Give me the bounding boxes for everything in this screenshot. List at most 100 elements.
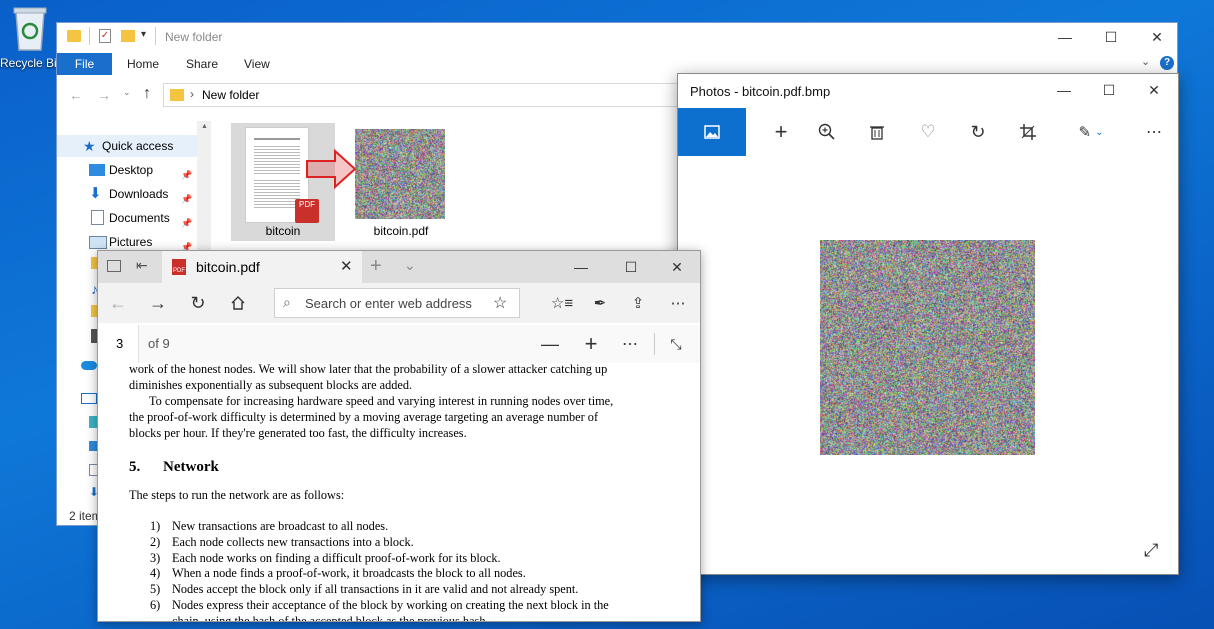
properties-icon[interactable]: ✓ — [99, 29, 111, 43]
crop-button[interactable] — [1005, 108, 1051, 156]
star-icon[interactable]: ☆ — [493, 293, 507, 313]
maximize-button[interactable]: ☐ — [1088, 23, 1134, 51]
zoom-in-icon[interactable]: + — [579, 332, 603, 356]
maximize-button[interactable]: ☐ — [1086, 76, 1132, 104]
edit-create-button[interactable]: ✎ ⌄ — [1068, 108, 1114, 156]
close-button[interactable]: ✕ — [654, 253, 700, 281]
favorite-button[interactable]: ♡ — [905, 108, 951, 156]
sidebar-item-documents[interactable]: Documents 📌 — [57, 207, 197, 229]
fullscreen-icon[interactable]: ⤢ — [1144, 540, 1158, 561]
address-bar[interactable]: ⌕ Search or enter web address ☆ — [274, 288, 520, 318]
help-icon[interactable]: ? — [1160, 56, 1174, 70]
step-text: Each node works on finding a difficult p… — [172, 550, 701, 566]
chevron-right-icon: › — [190, 87, 194, 101]
recent-locations-icon[interactable]: ⌄ — [123, 87, 131, 98]
explorer-titlebar[interactable]: ✓ ▾ New folder — ☐ ✕ — [57, 23, 1177, 51]
share-icon[interactable]: ⇪ — [626, 291, 650, 315]
new-folder-icon[interactable] — [121, 30, 135, 42]
sidebar-item-desktop[interactable]: Desktop 📌 — [57, 159, 197, 181]
tab-view[interactable]: View — [244, 53, 270, 75]
sidebar-item-quick-access[interactable]: ★ Quick access — [57, 135, 197, 157]
zoom-button[interactable] — [804, 108, 850, 156]
back-arrow-icon[interactable]: ← — [106, 291, 130, 315]
minimize-button[interactable]: — — [558, 253, 604, 281]
address-bar[interactable]: › New folder — [163, 83, 683, 107]
bmp-thumbnail — [355, 129, 445, 219]
tab-home[interactable]: Home — [127, 53, 159, 75]
page-number-input[interactable]: 3 — [98, 325, 139, 363]
step-text: When a node finds a proof-of-work, it br… — [172, 565, 701, 581]
close-tab-icon[interactable]: ✕ — [340, 257, 353, 275]
pen-icon[interactable]: ✒ — [588, 291, 612, 315]
star-icon: ★ — [83, 135, 99, 151]
tab-bitcoin-pdf[interactable]: PDF bitcoin.pdf ✕ — [162, 251, 362, 283]
more-options-icon[interactable]: ⋯ — [618, 332, 642, 356]
pictures-icon — [89, 236, 107, 249]
add-button[interactable]: + — [758, 108, 804, 156]
edge-browser-window[interactable]: ⇤ PDF bitcoin.pdf ✕ + ⌄ — ☐ ✕ ← → ↻ ⌕ Se… — [97, 250, 701, 622]
forward-arrow-icon[interactable]: → — [97, 87, 111, 103]
ribbon-tabs: File Home Share View ⌄ ? — [57, 53, 1177, 75]
pin-toolbar-icon[interactable]: ⤡ — [664, 332, 688, 356]
pdf-text-line: blocks per hour. If they're generated to… — [129, 425, 669, 441]
explorer-title: New folder — [165, 30, 222, 44]
tab-file[interactable]: File — [57, 53, 112, 75]
forward-arrow-icon[interactable]: → — [146, 291, 170, 315]
tab-preview-icon[interactable] — [107, 260, 121, 272]
arrow-right-icon — [305, 147, 357, 191]
pdf-icon: PDF — [295, 199, 319, 223]
pdf-text-line: To compensate for increasing hardware sp… — [149, 393, 689, 409]
close-button[interactable]: ✕ — [1131, 76, 1177, 104]
tab-share[interactable]: Share — [186, 53, 218, 75]
photos-window[interactable]: Photos - bitcoin.pdf.bmp — ☐ ✕ + ♡ ↻ ✎ ⌄ … — [677, 73, 1179, 575]
favorites-list-icon[interactable]: ☆≡ — [550, 291, 574, 315]
new-tab-icon[interactable]: + — [370, 255, 382, 278]
pdf-text-line: The steps to run the network are as foll… — [129, 487, 669, 503]
desktop-icon — [89, 164, 105, 176]
zoom-out-icon[interactable]: — — [538, 332, 562, 356]
refresh-icon[interactable]: ↻ — [186, 291, 210, 315]
up-arrow-icon[interactable]: ↑ — [143, 85, 151, 103]
zoom-in-icon — [818, 123, 836, 141]
home-icon[interactable] — [226, 291, 250, 315]
more-options-button[interactable]: ⋯ — [1131, 108, 1177, 156]
recycle-bin-icon[interactable]: Recycle Bin — [0, 4, 60, 74]
sidebar-item-downloads[interactable]: ⬇ Downloads 📌 — [57, 183, 197, 205]
file-item-bitcoin-bmp[interactable]: bitcoin.pdf — [355, 123, 459, 241]
page-total: of 9 — [148, 336, 170, 351]
see-all-photos-button[interactable] — [678, 108, 746, 156]
trash-icon — [870, 124, 884, 140]
step-text: chain, using the hash of the accepted bl… — [172, 613, 701, 622]
rotate-button[interactable]: ↻ — [955, 108, 1001, 156]
file-name: bitcoin.pdf — [341, 224, 461, 238]
more-options-icon[interactable]: ⋯ — [666, 291, 690, 315]
close-button[interactable]: ✕ — [1134, 23, 1178, 51]
folder-icon — [170, 89, 184, 101]
pdf-icon: PDF — [172, 259, 186, 275]
tab-title: bitcoin.pdf — [196, 259, 260, 275]
maximize-button[interactable]: ☐ — [608, 253, 654, 281]
image-icon — [704, 125, 720, 139]
delete-button[interactable] — [854, 108, 900, 156]
pdf-text-line: work of the honest nodes. We will show l… — [129, 361, 669, 377]
download-icon: ⬇ — [89, 183, 105, 199]
trash-icon — [8, 4, 52, 52]
crop-icon — [1020, 124, 1036, 140]
expand-ribbon-icon[interactable]: ⌄ — [1141, 55, 1150, 68]
minimize-button[interactable]: — — [1042, 23, 1088, 51]
back-arrow-icon[interactable]: ← — [69, 87, 83, 103]
onedrive-icon[interactable] — [81, 361, 97, 370]
minimize-button[interactable]: — — [1041, 76, 1087, 104]
photos-toolbar: + ♡ ↻ ✎ ⌄ ⋯ — [678, 108, 1178, 156]
this-pc-icon[interactable] — [81, 393, 97, 404]
step-text: Nodes accept the block only if all trans… — [172, 581, 701, 597]
step-text: New transactions are broadcast to all no… — [172, 518, 701, 534]
set-tabs-aside-icon[interactable]: ⇤ — [136, 257, 148, 274]
step-text: Nodes express their acceptance of the bl… — [172, 597, 701, 613]
chevron-down-icon[interactable]: ⌄ — [404, 257, 416, 274]
photo-image[interactable] — [820, 240, 1035, 455]
breadcrumb: New folder — [202, 88, 259, 102]
tab-strip: ⇤ PDF bitcoin.pdf ✕ + ⌄ — ☐ ✕ — [98, 251, 700, 283]
pdf-toolbar: 3 of 9 — + ⋯ ⤡ — [98, 325, 700, 364]
customize-toolbar-icon[interactable]: ▾ — [141, 29, 146, 40]
